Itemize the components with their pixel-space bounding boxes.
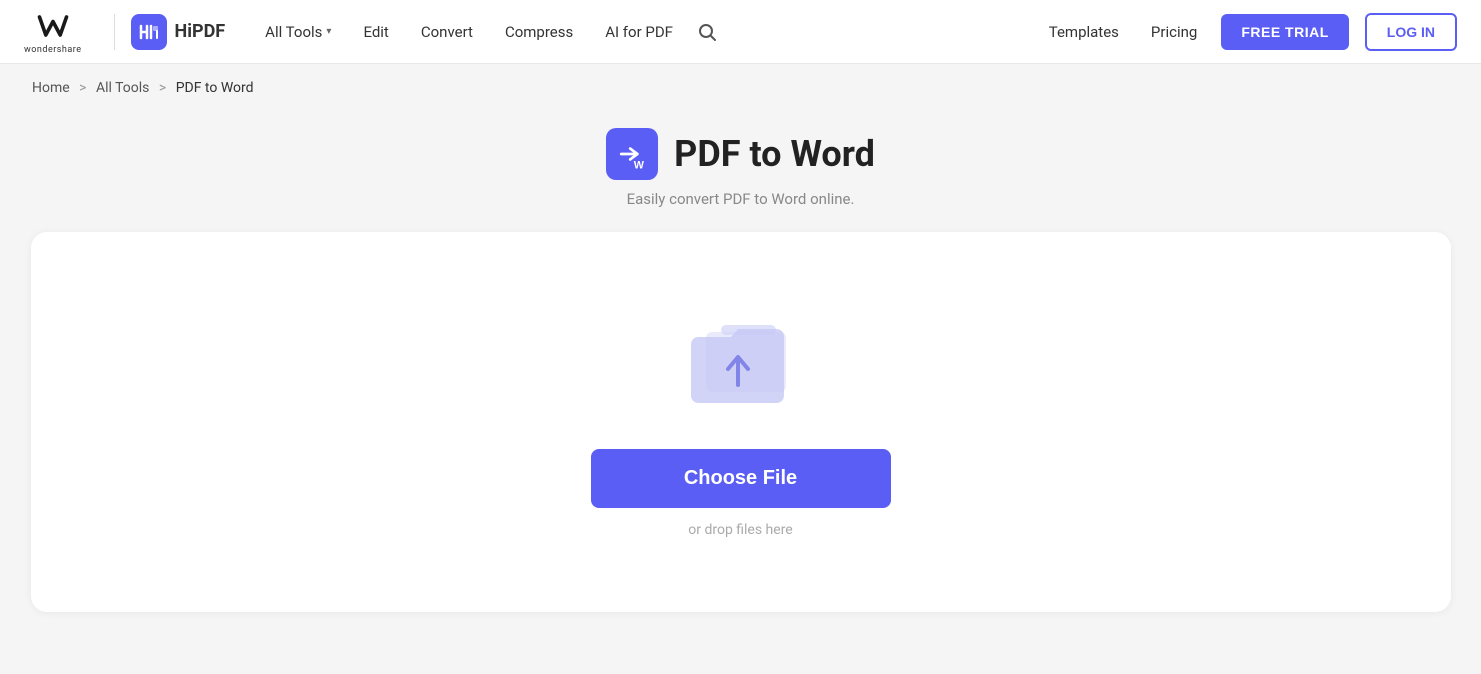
pricing-link[interactable]: Pricing — [1143, 23, 1205, 41]
login-button[interactable]: LOG IN — [1365, 13, 1457, 51]
breadcrumb: Home > All Tools > PDF to Word — [0, 64, 1481, 112]
breadcrumb-current: PDF to Word — [176, 80, 254, 96]
choose-file-button[interactable]: Choose File — [591, 449, 891, 508]
page-subtitle: Easily convert PDF to Word online. — [627, 190, 855, 208]
folder-icon-area — [676, 307, 806, 421]
wondershare-logo[interactable]: wondershare — [24, 8, 82, 55]
logo-area: wondershare — [24, 8, 82, 55]
all-tools-label: All Tools — [265, 23, 322, 41]
edit-label: Edit — [363, 23, 388, 41]
search-icon — [697, 22, 717, 42]
templates-link[interactable]: Templates — [1041, 23, 1127, 41]
breadcrumb-sep-2: > — [159, 80, 166, 96]
nav-links: All Tools ▾ Edit Convert Compress AI for… — [249, 0, 1041, 64]
breadcrumb-all-tools[interactable]: All Tools — [96, 80, 149, 96]
header-right: Templates Pricing FREE TRIAL LOG IN — [1041, 13, 1457, 51]
drop-hint: or drop files here — [688, 522, 792, 538]
hipdf-label: HiPDF — [175, 21, 226, 42]
search-button[interactable] — [689, 0, 725, 64]
main-content: W PDF to Word Easily convert PDF to Word… — [0, 112, 1481, 644]
chevron-down-icon: ▾ — [326, 26, 331, 37]
drop-zone[interactable]: Choose File or drop files here — [31, 232, 1451, 612]
pdf-to-word-icon: W — [606, 128, 658, 180]
logo-divider — [114, 14, 115, 50]
svg-text:W: W — [634, 159, 645, 171]
page-title: PDF to Word — [674, 133, 875, 175]
ai-for-pdf-label: AI for PDF — [605, 23, 673, 41]
pdf-word-icon-graphic: W — [614, 136, 650, 172]
breadcrumb-home[interactable]: Home — [32, 80, 70, 96]
header: wondershare HiPDF All Tools ▾ Edit Conve… — [0, 0, 1481, 64]
convert-label: Convert — [421, 23, 473, 41]
nav-ai-for-pdf[interactable]: AI for PDF — [589, 0, 689, 64]
wondershare-icon — [35, 8, 71, 44]
wondershare-text: wondershare — [24, 45, 82, 55]
nav-all-tools[interactable]: All Tools ▾ — [249, 0, 347, 64]
folder-upload-icon — [676, 307, 806, 417]
compress-label: Compress — [505, 23, 573, 41]
page-header: W PDF to Word Easily convert PDF to Word… — [606, 128, 875, 208]
free-trial-button[interactable]: FREE TRIAL — [1221, 14, 1348, 50]
page-title-row: W PDF to Word — [606, 128, 875, 180]
nav-compress[interactable]: Compress — [489, 0, 589, 64]
hipdf-icon — [131, 14, 167, 50]
hipdf-brand[interactable]: HiPDF — [131, 14, 226, 50]
nav-edit[interactable]: Edit — [347, 0, 404, 64]
breadcrumb-sep-1: > — [79, 80, 86, 96]
nav-convert[interactable]: Convert — [405, 0, 489, 64]
